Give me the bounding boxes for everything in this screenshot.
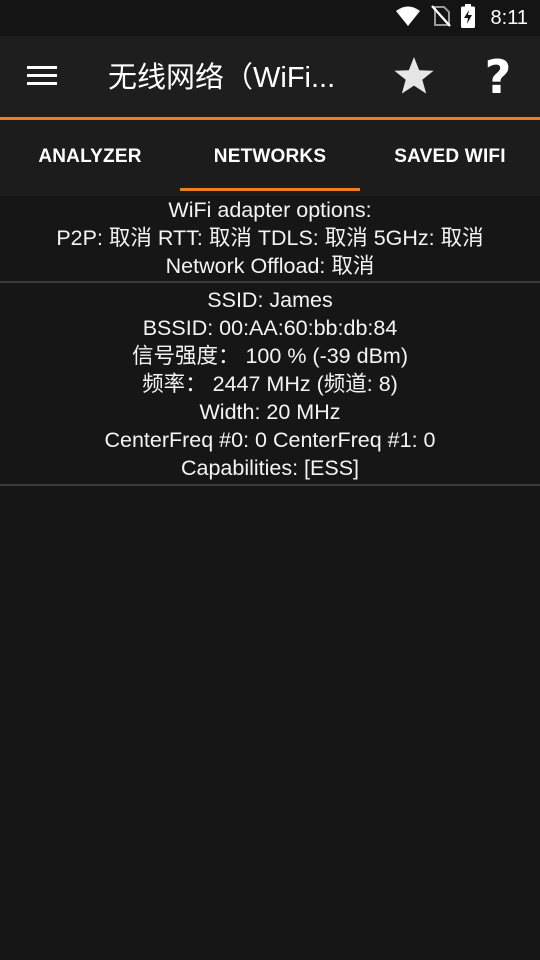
- star-icon: [393, 56, 435, 100]
- tab-indicator: [180, 188, 360, 191]
- help-button[interactable]: ?: [476, 50, 520, 104]
- status-bar: 8:11: [0, 0, 540, 36]
- menu-icon: [27, 64, 57, 90]
- adapter-options-title: WiFi adapter options:: [168, 198, 372, 222]
- tab-bar: ANALYZER NETWORKS SAVED WIFI: [0, 120, 540, 196]
- battery-charging-icon: [460, 4, 475, 32]
- network-list-item[interactable]: SSID: James BSSID: 00:AA:60:bb:db:84 信号强…: [0, 286, 540, 482]
- adapter-options-section: WiFi adapter options: P2P: 取消 RTT: 取消 TD…: [0, 196, 540, 280]
- network-signal: 信号强度： 100 % (-39 dBm): [132, 344, 408, 368]
- tab-analyzer[interactable]: ANALYZER: [0, 120, 180, 194]
- divider: [0, 484, 540, 486]
- network-frequency: 频率： 2447 MHz (频道: 8): [142, 372, 398, 396]
- app-title: 无线网络（WiFi...: [108, 62, 336, 94]
- tab-networks[interactable]: NETWORKS: [180, 120, 360, 194]
- network-capabilities: Capabilities: [ESS]: [180, 456, 360, 480]
- no-sim-icon: [430, 5, 451, 31]
- status-icons: 8:11: [395, 0, 528, 36]
- app-bar: 无线网络（WiFi... ?: [0, 36, 540, 118]
- divider: [0, 281, 540, 283]
- favorite-button[interactable]: [390, 54, 438, 102]
- network-width: Width: 20 MHz: [199, 400, 341, 424]
- network-ssid: SSID: James: [207, 288, 333, 312]
- menu-button[interactable]: [22, 60, 62, 94]
- network-bssid: BSSID: 00:AA:60:bb:db:84: [142, 316, 398, 340]
- adapter-options-line1: P2P: 取消 RTT: 取消 TDLS: 取消 5GHz: 取消: [56, 226, 484, 250]
- status-time: 8:11: [490, 6, 528, 29]
- tab-saved-wifi[interactable]: SAVED WIFI: [360, 120, 540, 194]
- network-center-freq: CenterFreq #0: 0 CenterFreq #1: 0: [104, 428, 436, 452]
- adapter-options-line2: Network Offload: 取消: [165, 254, 375, 278]
- wifi-icon: [395, 5, 421, 31]
